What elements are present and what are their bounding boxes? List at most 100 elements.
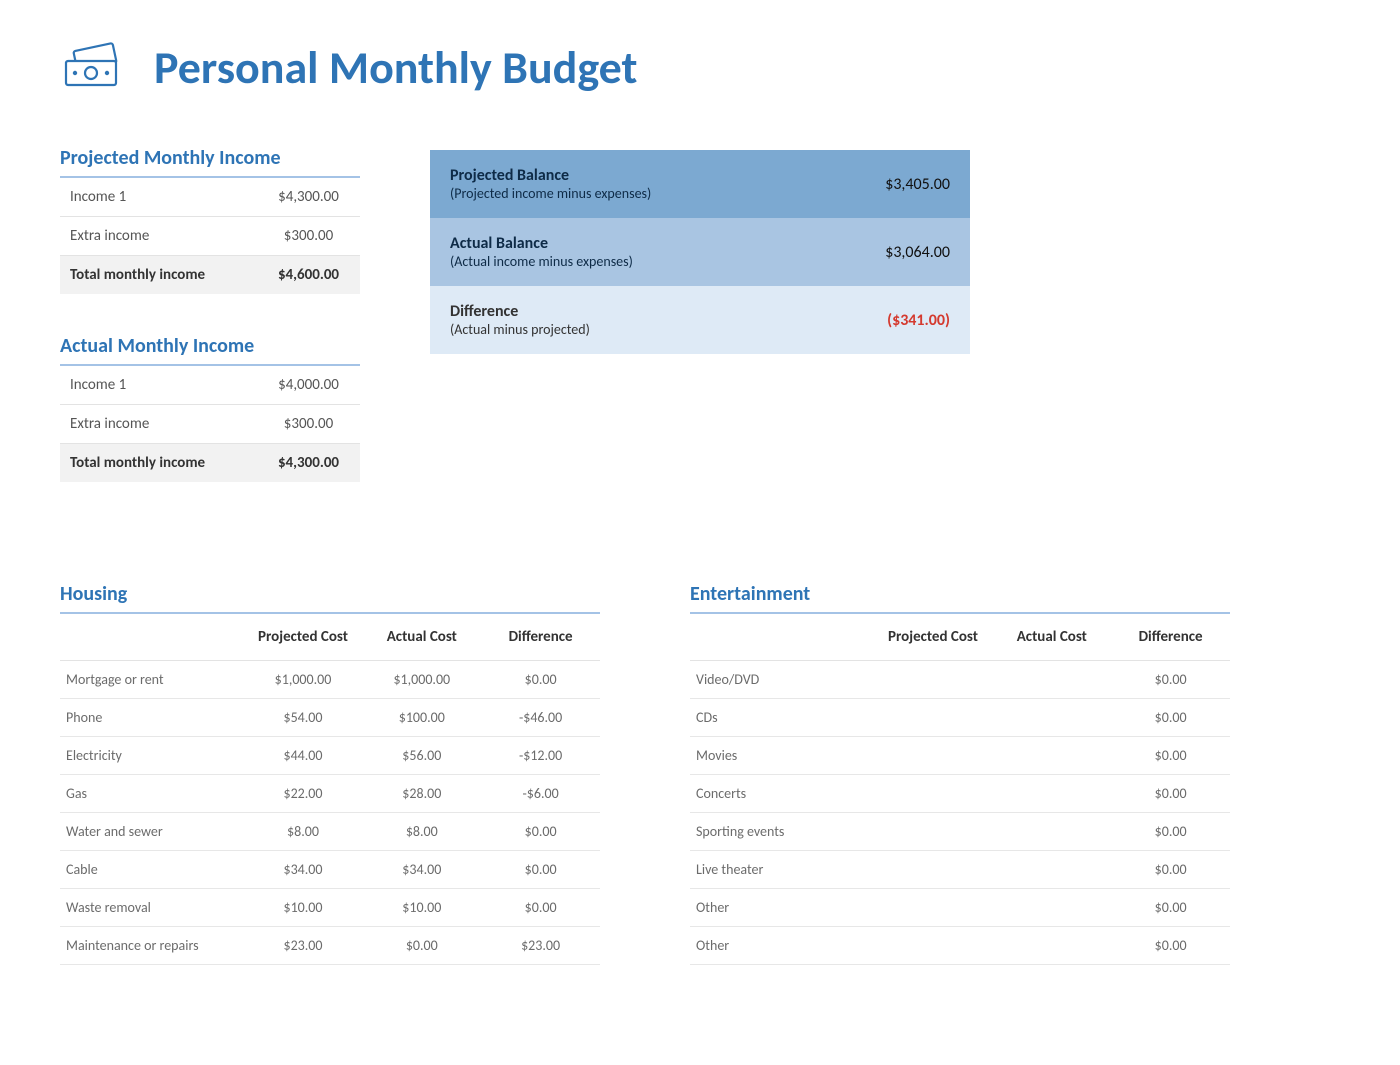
row-label: Water and sewer: [60, 813, 244, 851]
row-actual: [992, 699, 1111, 737]
row-projected: $10.00: [244, 889, 363, 927]
difference-sub: (Actual minus projected): [450, 321, 590, 338]
row-difference: -$12.00: [481, 737, 600, 775]
row-difference: $23.00: [481, 927, 600, 965]
table-row: Waste removal$10.00$10.00$0.00: [60, 889, 600, 927]
actual-balance-title: Actual Balance: [450, 234, 633, 253]
row-projected: $23.00: [244, 927, 363, 965]
actual-income-heading: Actual Monthly Income: [60, 334, 360, 366]
actual-balance-row: Actual Balance (Actual income minus expe…: [430, 218, 970, 286]
row-actual: [992, 927, 1111, 965]
row-projected: $8.00: [244, 813, 363, 851]
table-row: Water and sewer$8.00$8.00$0.00: [60, 813, 600, 851]
row-difference: $0.00: [481, 661, 600, 699]
row-difference: $0.00: [1111, 889, 1230, 927]
projected-balance-row: Projected Balance (Projected income minu…: [430, 150, 970, 218]
row-label: Live theater: [690, 851, 874, 889]
total-label: Total monthly income: [60, 444, 257, 483]
table-row: Electricity$44.00$56.00-$12.00: [60, 737, 600, 775]
row-label: Sporting events: [690, 813, 874, 851]
row-projected: [874, 661, 993, 699]
table-header: Projected Cost: [244, 614, 363, 661]
total-value: $4,300.00: [257, 444, 360, 483]
row-projected: [874, 813, 993, 851]
row-value: $4,000.00: [257, 366, 360, 405]
difference-value: ($341.00): [887, 311, 950, 330]
row-projected: $22.00: [244, 775, 363, 813]
row-projected: $54.00: [244, 699, 363, 737]
projected-income-heading: Projected Monthly Income: [60, 146, 360, 178]
row-label: Movies: [690, 737, 874, 775]
row-difference: $0.00: [481, 813, 600, 851]
row-label: Other: [690, 927, 874, 965]
table-header: Projected Cost: [874, 614, 993, 661]
row-projected: [874, 699, 993, 737]
actual-balance-sub: (Actual income minus expenses): [450, 253, 633, 270]
table-row: Other $0.00: [690, 927, 1230, 965]
table-row: Other$0.00: [690, 889, 1230, 927]
total-label: Total monthly income: [60, 256, 257, 295]
row-projected: $1,000.00: [244, 661, 363, 699]
row-value: $300.00: [257, 405, 360, 444]
actual-income-table: Income 1$4,000.00Extra income$300.00Tota…: [60, 366, 360, 482]
row-actual: $100.00: [362, 699, 481, 737]
row-actual: $10.00: [362, 889, 481, 927]
row-difference: $0.00: [1111, 927, 1230, 965]
money-icon: [60, 41, 126, 96]
row-label: Mortgage or rent: [60, 661, 244, 699]
table-row: Income 1$4,000.00: [60, 366, 360, 405]
row-projected: [874, 927, 993, 965]
row-difference: $0.00: [1111, 699, 1230, 737]
row-label: Income 1: [60, 366, 257, 405]
table-header: [690, 614, 874, 661]
table-row: Income 1$4,300.00: [60, 178, 360, 217]
row-difference: $0.00: [1111, 851, 1230, 889]
total-value: $4,600.00: [257, 256, 360, 295]
row-label: Income 1: [60, 178, 257, 217]
row-actual: $34.00: [362, 851, 481, 889]
housing-heading: Housing: [60, 582, 600, 614]
table-row: CDs $0.00: [690, 699, 1230, 737]
table-row: Cable$34.00$34.00$0.00: [60, 851, 600, 889]
row-label: Phone: [60, 699, 244, 737]
table-total-row: Total monthly income$4,300.00: [60, 444, 360, 483]
row-projected: [874, 889, 993, 927]
table-header: [60, 614, 244, 661]
table-row: Gas$22.00$28.00-$6.00: [60, 775, 600, 813]
table-header: Difference: [481, 614, 600, 661]
row-label: Electricity: [60, 737, 244, 775]
row-actual: [992, 775, 1111, 813]
row-actual: $1,000.00: [362, 661, 481, 699]
row-difference: -$46.00: [481, 699, 600, 737]
row-label: Extra income: [60, 405, 257, 444]
row-difference: $0.00: [1111, 661, 1230, 699]
housing-table: Projected Cost Actual Cost Difference Mo…: [60, 614, 600, 965]
row-actual: $8.00: [362, 813, 481, 851]
table-total-row: Total monthly income$4,600.00: [60, 256, 360, 295]
row-difference: $0.00: [1111, 775, 1230, 813]
row-difference: $0.00: [1111, 813, 1230, 851]
table-row: Concerts $0.00: [690, 775, 1230, 813]
table-row: Mortgage or rent$1,000.00$1,000.00$0.00: [60, 661, 600, 699]
row-difference: -$6.00: [481, 775, 600, 813]
row-actual: [992, 851, 1111, 889]
entertainment-heading: Entertainment: [690, 582, 1230, 614]
row-actual: [992, 889, 1111, 927]
row-label: Maintenance or repairs: [60, 927, 244, 965]
table-row: Maintenance or repairs$23.00$0.00$23.00: [60, 927, 600, 965]
row-actual: [992, 661, 1111, 699]
table-row: Movies$0.00: [690, 737, 1230, 775]
row-label: Extra income: [60, 217, 257, 256]
balance-summary: Projected Balance (Projected income minu…: [430, 150, 970, 354]
row-label: Concerts: [690, 775, 874, 813]
row-label: CDs: [690, 699, 874, 737]
table-header: Difference: [1111, 614, 1230, 661]
row-actual: $28.00: [362, 775, 481, 813]
table-header: Actual Cost: [992, 614, 1111, 661]
row-actual: [992, 813, 1111, 851]
row-projected: [874, 851, 993, 889]
projected-income-table: Income 1$4,300.00Extra income$300.00Tota…: [60, 178, 360, 294]
difference-title: Difference: [450, 302, 590, 321]
table-row: Video/DVD$0.00: [690, 661, 1230, 699]
table-row: Extra income$300.00: [60, 405, 360, 444]
